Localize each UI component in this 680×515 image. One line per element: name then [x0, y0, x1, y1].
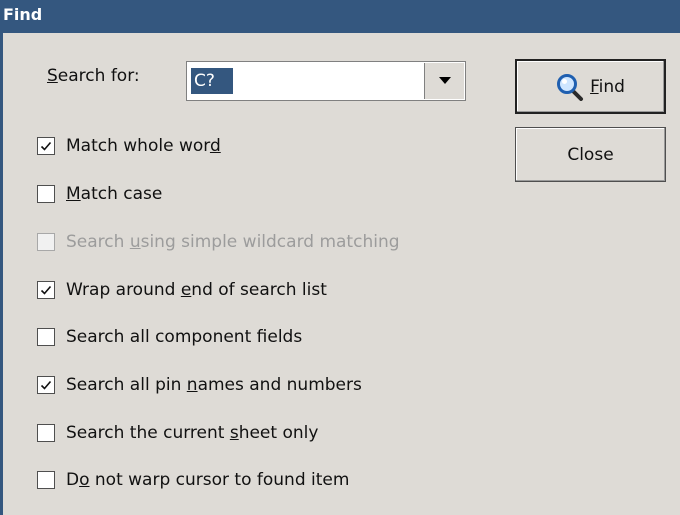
find-button-label: Find: [590, 76, 625, 97]
checkbox-search-all-fields[interactable]: [37, 328, 55, 346]
window-title: Find: [3, 5, 43, 24]
search-input[interactable]: C?: [191, 68, 233, 94]
checkbox-search-pin-names[interactable]: [37, 376, 55, 394]
checkbox-wrap-around[interactable]: [37, 281, 55, 299]
checkbox-match-case[interactable]: [37, 185, 55, 203]
option-label: Search all component fields: [66, 327, 303, 347]
search-combobox[interactable]: C?: [186, 61, 466, 101]
option-row-search-all-fields[interactable]: Search all component fields: [37, 325, 302, 349]
option-label: Match case: [66, 184, 163, 204]
checkmark-icon: [40, 141, 52, 151]
option-row-wrap-around[interactable]: Wrap around end of search list: [37, 278, 327, 302]
window-left-border: [0, 0, 3, 515]
option-row-match-case[interactable]: Match case: [37, 182, 162, 206]
checkbox-no-warp-cursor[interactable]: [37, 471, 55, 489]
search-for-label: Search for:: [47, 66, 140, 86]
option-row-simple-wildcard: Search using simple wildcard matching: [37, 230, 400, 254]
option-row-no-warp-cursor[interactable]: Do not warp cursor to found item: [37, 468, 349, 492]
option-row-current-sheet-only[interactable]: Search the current sheet only: [37, 421, 318, 445]
option-label: Search all pin names and numbers: [66, 375, 362, 395]
option-label: Search using simple wildcard matching: [66, 232, 400, 252]
checkbox-simple-wildcard: [37, 233, 55, 251]
title-bar[interactable]: Find: [0, 0, 680, 33]
magnifier-icon: [557, 73, 584, 101]
option-label: Wrap around end of search list: [66, 280, 327, 300]
option-row-match-whole-word[interactable]: Match whole word: [37, 134, 221, 158]
triangle-down-icon: [439, 77, 451, 84]
checkbox-match-whole-word[interactable]: [37, 137, 55, 155]
checkmark-icon: [40, 380, 52, 390]
option-label: Do not warp cursor to found item: [66, 470, 350, 490]
find-button[interactable]: Find: [515, 59, 666, 114]
close-button-label: Close: [567, 144, 614, 165]
option-label: Search the current sheet only: [66, 423, 319, 443]
checkbox-current-sheet-only[interactable]: [37, 424, 55, 442]
close-button[interactable]: Close: [515, 127, 666, 182]
option-label: Match whole word: [66, 136, 221, 156]
combo-dropdown-button[interactable]: [424, 63, 464, 99]
checkmark-icon: [40, 285, 52, 295]
option-row-search-pin-names[interactable]: Search all pin names and numbers: [37, 373, 362, 397]
